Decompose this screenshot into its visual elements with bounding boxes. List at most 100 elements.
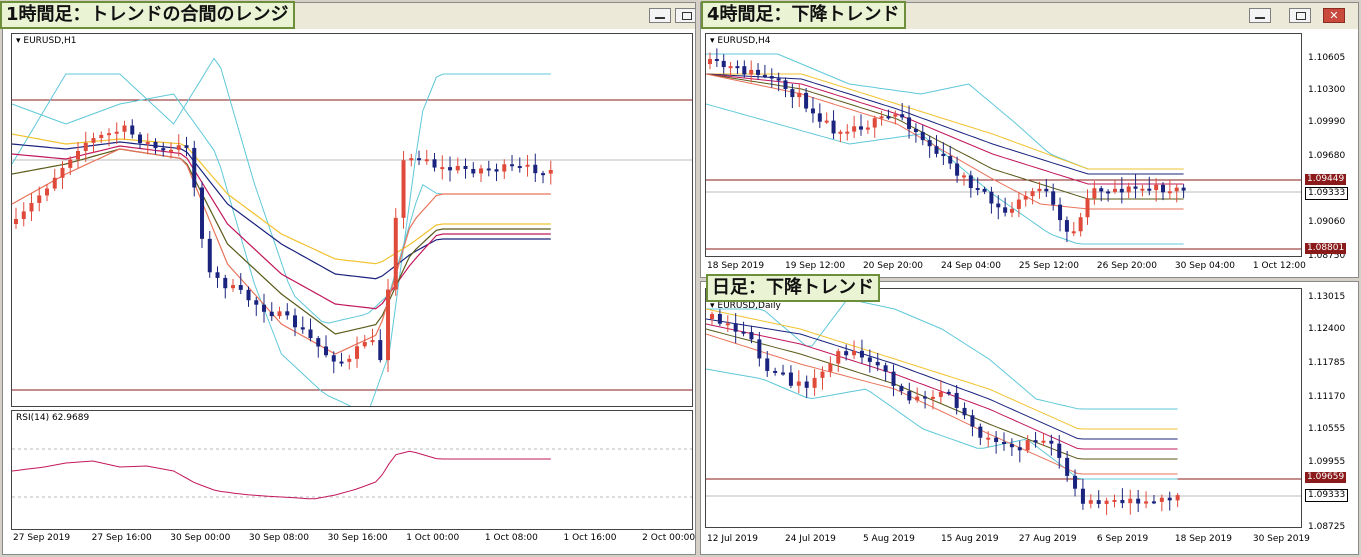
h4-chart-window[interactable]: ✕ ▾ EURUSD,H4 1.10605 1.10300 1.09990 1.096… bbox=[700, 2, 1359, 278]
h4-candle-body bbox=[1126, 186, 1131, 193]
h4-x-tick-label: 20 Sep 20:00 bbox=[862, 261, 924, 271]
daily-candle-body bbox=[907, 391, 912, 401]
h1-rsi-plot[interactable]: RSI(14) 62.9689 bbox=[11, 410, 693, 530]
h4-candle-body bbox=[749, 69, 754, 75]
h1-candle-body bbox=[424, 159, 429, 162]
h4-candle-body bbox=[769, 76, 774, 79]
daily-symbol-text: EURUSD,Daily bbox=[717, 301, 781, 311]
h1-candle-body bbox=[347, 358, 352, 362]
h4-last-price-tag: 1.09333 bbox=[1305, 187, 1349, 200]
h4-candle-body bbox=[721, 60, 726, 68]
h1-chart-window[interactable]: ▾ EURUSD,H1 RSI(14) 62.9689 27 Sep 2019 2… bbox=[2, 2, 696, 555]
daily-candle-body bbox=[820, 371, 825, 378]
daily-candle-body bbox=[710, 314, 714, 319]
daily-x-axis: 12 Jul 2019 24 Jul 2019 5 Aug 2019 15 Aug 2… bbox=[705, 534, 1310, 548]
h4-candle-body bbox=[1030, 191, 1035, 197]
h1-candle-body bbox=[145, 141, 150, 144]
daily-candle-body bbox=[986, 437, 991, 440]
h1-main-plot[interactable]: ▾ EURUSD,H1 bbox=[11, 33, 693, 407]
daily-candle-body bbox=[859, 350, 864, 358]
minimize-button[interactable] bbox=[1249, 8, 1271, 23]
daily-candle-body bbox=[1104, 500, 1109, 504]
daily-candle-body bbox=[788, 372, 793, 386]
h1-candle-body bbox=[409, 158, 414, 161]
h1-x-tick-label: 1 Oct 08:00 bbox=[484, 533, 538, 543]
h1-x-tick-label: 1 Oct 16:00 bbox=[563, 533, 617, 543]
daily-candle-body bbox=[844, 351, 849, 356]
daily-candle-body bbox=[962, 407, 967, 416]
daily-candle-body bbox=[1136, 498, 1141, 504]
daily-candle-body bbox=[1151, 501, 1156, 504]
restore-button[interactable] bbox=[1289, 8, 1311, 23]
close-button[interactable]: ✕ bbox=[1323, 8, 1345, 23]
daily-upper-price-tag: 1.09659 bbox=[1305, 472, 1347, 483]
daily-candle-body bbox=[930, 396, 935, 399]
h4-x-tick-label: 26 Sep 20:00 bbox=[1096, 261, 1157, 271]
h1-candle-body bbox=[254, 300, 259, 305]
daily-plot[interactable]: ▾ EURUSD,Daily bbox=[705, 288, 1302, 528]
daily-x-tick-label: 24 Jul 2019 bbox=[784, 534, 836, 544]
h1-candle-body bbox=[486, 168, 491, 171]
daily-x-tick-label: 12 Jul 2019 bbox=[707, 534, 758, 544]
h1-candle-body bbox=[114, 131, 119, 134]
daily-symbol-label: ▾ EURUSD,Daily bbox=[710, 301, 781, 311]
h4-candle-body bbox=[1058, 204, 1063, 221]
daily-chart-window[interactable]: ▾ EURUSD,Daily 1.13015 1.12400 1.11785 1.11… bbox=[700, 281, 1359, 555]
h1-x-tick-label: 30 Sep 00:00 bbox=[170, 533, 231, 543]
h4-candle-body bbox=[728, 66, 733, 69]
daily-x-tick-label: 30 Sep 2019 bbox=[1252, 534, 1310, 544]
minimize-button[interactable] bbox=[649, 8, 671, 23]
daily-candle-body bbox=[749, 332, 754, 340]
h1-candle-body bbox=[479, 168, 484, 174]
h4-candle-body bbox=[1044, 188, 1049, 192]
h1-ma-3 bbox=[12, 145, 551, 310]
daily-candle-body bbox=[812, 377, 817, 388]
h4-candle-body bbox=[714, 59, 719, 62]
h4-caption: 4時間足：下降トレンド bbox=[701, 1, 906, 29]
h1-candle-body bbox=[99, 134, 104, 139]
h4-candle-body bbox=[735, 66, 740, 69]
h4-candle-body bbox=[852, 126, 857, 132]
close-icon: ✕ bbox=[1329, 9, 1339, 22]
h1-candle-body bbox=[192, 147, 197, 188]
h4-plot[interactable]: ▾ EURUSD,H4 bbox=[705, 33, 1302, 257]
daily-candle-body bbox=[828, 363, 833, 372]
h1-candle-body bbox=[153, 141, 158, 149]
h4-candle-body bbox=[1112, 188, 1117, 192]
daily-candle-body bbox=[1096, 500, 1101, 504]
h1-candle-body bbox=[494, 169, 499, 172]
minimize-icon bbox=[1255, 17, 1265, 19]
h4-candle-body bbox=[907, 117, 912, 129]
daily-candle-body bbox=[781, 372, 786, 375]
h4-candle-body bbox=[776, 78, 781, 81]
h4-candle-body bbox=[1106, 191, 1111, 194]
h4-candle-body bbox=[941, 153, 946, 157]
daily-ma-2 bbox=[706, 318, 1178, 440]
daily-candle-body bbox=[773, 370, 778, 373]
h1-candle-body bbox=[502, 164, 507, 172]
h1-candle-body bbox=[285, 311, 290, 316]
h1-candle-body bbox=[52, 177, 57, 189]
h4-price-svg bbox=[706, 48, 1301, 250]
daily-y-tick-label: 1.11170 bbox=[1308, 392, 1346, 402]
h1-candle-body bbox=[440, 167, 445, 170]
h1-candle-body bbox=[401, 160, 406, 218]
h1-candle-body bbox=[339, 361, 344, 364]
h4-upper-price-tag: 1.09449 bbox=[1305, 174, 1347, 185]
daily-candle-body bbox=[883, 365, 888, 372]
h1-candle-body bbox=[548, 170, 553, 174]
daily-y-tick-label: 1.13015 bbox=[1308, 292, 1346, 302]
h1-candle-body bbox=[200, 187, 205, 239]
daily-candle-body bbox=[757, 339, 762, 359]
h1-candle-body bbox=[161, 148, 166, 151]
h1-candle-body bbox=[517, 166, 522, 169]
h4-x-tick-label: 30 Sep 04:00 bbox=[1174, 261, 1235, 271]
h4-ma-5 bbox=[706, 73, 1184, 210]
daily-candle-body bbox=[1065, 457, 1070, 476]
restore-icon bbox=[1296, 12, 1306, 20]
daily-candle-body bbox=[1167, 497, 1172, 501]
h1-candle-body bbox=[362, 342, 367, 347]
restore-button[interactable] bbox=[675, 8, 695, 23]
h1-candle-body bbox=[533, 164, 538, 174]
h4-candle-body bbox=[1161, 184, 1166, 193]
